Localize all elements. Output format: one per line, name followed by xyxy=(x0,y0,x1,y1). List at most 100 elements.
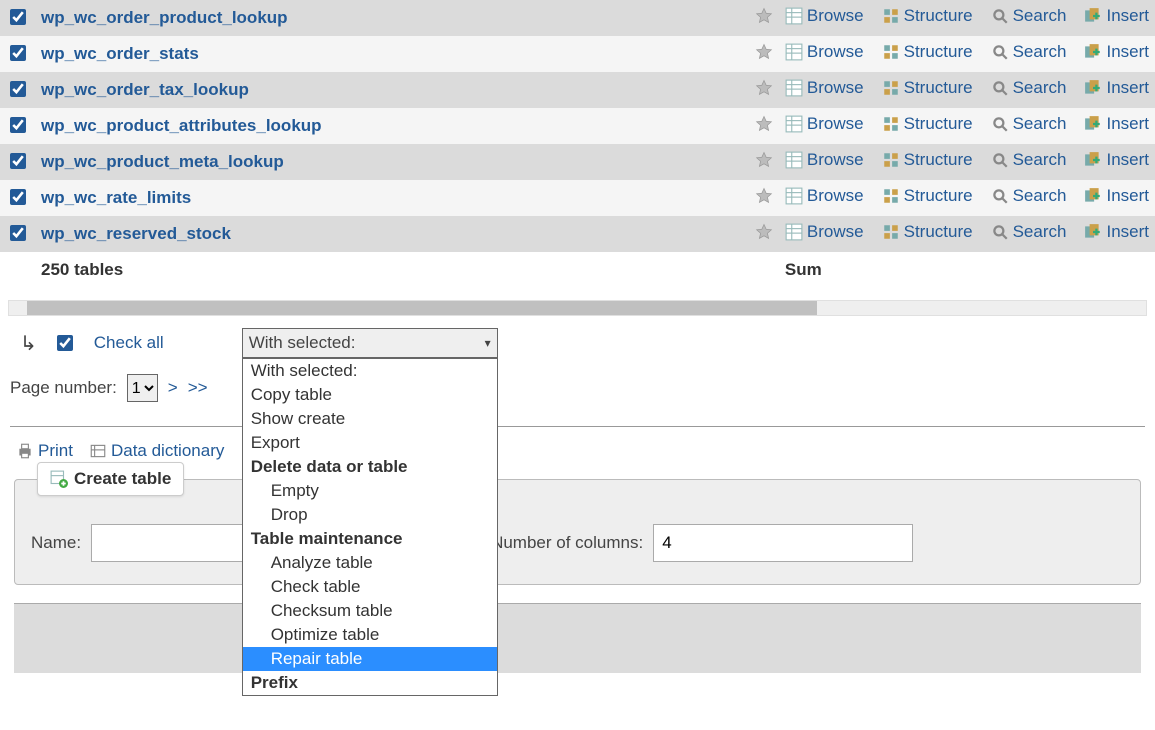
browse-action[interactable]: Browse xyxy=(785,114,864,134)
favorite-star-icon[interactable] xyxy=(755,7,773,25)
row-checkbox[interactable] xyxy=(10,9,26,25)
with-selected-dropdown[interactable]: With selected: ▾ xyxy=(242,328,498,358)
insert-action[interactable]: Insert xyxy=(1084,186,1149,206)
browse-action[interactable]: Browse xyxy=(785,6,864,26)
new-table-icon xyxy=(50,470,68,488)
dd-empty[interactable]: Empty xyxy=(243,479,497,503)
table-row: wp_wc_order_stats Browse Structure Search In… xyxy=(0,36,1155,72)
structure-icon xyxy=(882,151,900,169)
row-checkbox[interactable] xyxy=(10,45,26,61)
browse-action[interactable]: Browse xyxy=(785,78,864,98)
insert-action[interactable]: Insert xyxy=(1084,222,1149,242)
columns-input[interactable] xyxy=(653,524,913,562)
structure-action[interactable]: Structure xyxy=(882,42,973,62)
search-icon xyxy=(991,7,1009,25)
dd-analyze[interactable]: Analyze table xyxy=(243,551,497,575)
insert-action[interactable]: Insert xyxy=(1084,114,1149,134)
structure-action[interactable]: Structure xyxy=(882,6,973,26)
structure-action[interactable]: Structure xyxy=(882,78,973,98)
table-name-link[interactable]: wp_wc_rate_limits xyxy=(41,188,191,207)
last-page-button[interactable]: >> xyxy=(188,378,208,398)
browse-action[interactable]: Browse xyxy=(785,42,864,62)
table-name-link[interactable]: wp_wc_order_product_lookup xyxy=(41,8,288,27)
insert-icon xyxy=(1084,151,1102,169)
structure-icon xyxy=(882,43,900,61)
tables-count-label: 250 tables xyxy=(41,260,123,279)
search-action[interactable]: Search xyxy=(991,222,1067,242)
dd-checksum[interactable]: Checksum table xyxy=(243,599,497,623)
insert-action[interactable]: Insert xyxy=(1084,78,1149,98)
dd-drop[interactable]: Drop xyxy=(243,503,497,527)
check-all-checkbox[interactable] xyxy=(57,335,73,351)
search-icon xyxy=(991,151,1009,169)
data-dictionary-label: Data dictionary xyxy=(111,441,224,461)
create-table-legend: Create table xyxy=(37,462,184,496)
table-name-link[interactable]: wp_wc_reserved_stock xyxy=(41,224,231,243)
browse-action[interactable]: Browse xyxy=(785,186,864,206)
search-action[interactable]: Search xyxy=(991,114,1067,134)
search-action[interactable]: Search xyxy=(991,42,1067,62)
row-checkbox[interactable] xyxy=(10,117,26,133)
print-icon xyxy=(16,442,34,460)
table-name-link[interactable]: wp_wc_order_tax_lookup xyxy=(41,80,249,99)
print-label: Print xyxy=(38,441,73,461)
with-selected-menu: With selected: Copy table Show create Ex… xyxy=(242,358,498,696)
table-name-link[interactable]: wp_wc_product_meta_lookup xyxy=(41,152,284,171)
insert-action[interactable]: Insert xyxy=(1084,6,1149,26)
favorite-star-icon[interactable] xyxy=(755,223,773,241)
insert-action[interactable]: Insert xyxy=(1084,42,1149,62)
insert-icon xyxy=(1084,7,1102,25)
favorite-star-icon[interactable] xyxy=(755,79,773,97)
structure-action[interactable]: Structure xyxy=(882,186,973,206)
structure-action[interactable]: Structure xyxy=(882,222,973,242)
table-row: wp_wc_reserved_stock Browse Structure Searc… xyxy=(0,216,1155,252)
structure-icon xyxy=(882,115,900,133)
dd-copy-table[interactable]: Copy table xyxy=(243,383,497,407)
table-name-link[interactable]: wp_wc_order_stats xyxy=(41,44,199,63)
search-action[interactable]: Search xyxy=(991,78,1067,98)
next-page-button[interactable]: > xyxy=(168,378,178,398)
page-number-select[interactable]: 1 xyxy=(127,374,158,402)
dd-show-create[interactable]: Show create xyxy=(243,407,497,431)
browse-icon xyxy=(785,187,803,205)
favorite-star-icon[interactable] xyxy=(755,115,773,133)
dd-delete-header: Delete data or table xyxy=(243,455,497,479)
favorite-star-icon[interactable] xyxy=(755,187,773,205)
dd-optimize[interactable]: Optimize table xyxy=(243,623,497,647)
create-table-panel: Create table Name: Number of columns: xyxy=(14,479,1141,585)
search-action[interactable]: Search xyxy=(991,186,1067,206)
table-row: wp_wc_order_product_lookup Browse Structur… xyxy=(0,0,1155,36)
table-row: wp_wc_product_meta_lookup Browse Structure… xyxy=(0,144,1155,180)
browse-icon xyxy=(785,151,803,169)
insert-action[interactable]: Insert xyxy=(1084,150,1149,170)
data-dictionary-link[interactable]: Data dictionary xyxy=(89,441,224,461)
dd-check[interactable]: Check table xyxy=(243,575,497,599)
search-action[interactable]: Search xyxy=(991,6,1067,26)
favorite-star-icon[interactable] xyxy=(755,151,773,169)
browse-action[interactable]: Browse xyxy=(785,150,864,170)
print-link[interactable]: Print xyxy=(16,441,73,461)
structure-action[interactable]: Structure xyxy=(882,150,973,170)
structure-icon xyxy=(882,187,900,205)
dd-repair[interactable]: Repair table xyxy=(243,647,497,671)
dd-export[interactable]: Export xyxy=(243,431,497,455)
row-checkbox[interactable] xyxy=(10,81,26,97)
table-row: wp_wc_product_attributes_lookup Browse Str… xyxy=(0,108,1155,144)
row-checkbox[interactable] xyxy=(10,153,26,169)
check-all-label[interactable]: Check all xyxy=(94,333,164,353)
table-name-link[interactable]: wp_wc_product_attributes_lookup xyxy=(41,116,322,135)
search-action[interactable]: Search xyxy=(991,150,1067,170)
search-icon xyxy=(991,223,1009,241)
insert-icon xyxy=(1084,115,1102,133)
footer-bar xyxy=(14,603,1141,673)
row-checkbox[interactable] xyxy=(10,225,26,241)
favorite-star-icon[interactable] xyxy=(755,43,773,61)
row-checkbox[interactable] xyxy=(10,189,26,205)
structure-action[interactable]: Structure xyxy=(882,114,973,134)
browse-action[interactable]: Browse xyxy=(785,222,864,242)
table-row: wp_wc_order_tax_lookup Browse Structure Sea… xyxy=(0,72,1155,108)
horizontal-scrollbar[interactable] xyxy=(8,300,1147,316)
dd-with-selected[interactable]: With selected: xyxy=(243,359,497,383)
page-number-label: Page number: xyxy=(10,378,117,398)
search-icon xyxy=(991,115,1009,133)
